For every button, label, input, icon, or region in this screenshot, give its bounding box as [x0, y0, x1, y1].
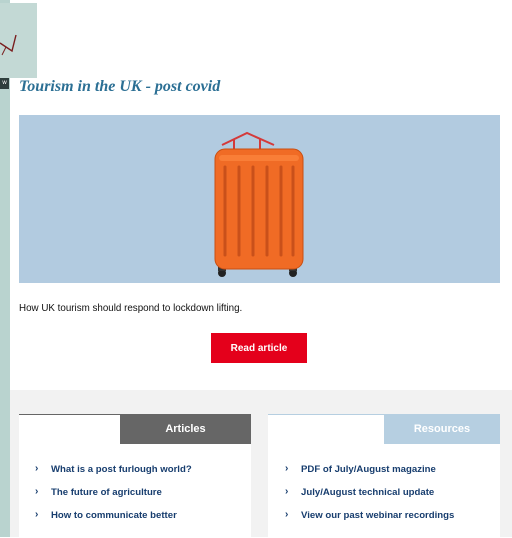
suitcase-icon: [214, 131, 304, 277]
read-article-button[interactable]: Read article: [211, 333, 307, 363]
chevron-right-icon: ›: [285, 463, 289, 474]
articles-heading: Articles: [120, 414, 251, 444]
chevron-right-icon: ›: [35, 509, 39, 520]
chevron-right-icon: ›: [285, 486, 289, 497]
article-link[interactable]: › The future of agriculture: [35, 486, 192, 510]
thumbnail-caption: w: [0, 78, 9, 89]
resource-link[interactable]: › July/August technical update: [285, 486, 454, 510]
resource-link-label: View our past webinar recordings: [301, 510, 455, 521]
articles-list: › What is a post furlough world? › The f…: [35, 463, 192, 533]
branch-icon: [0, 34, 17, 56]
chevron-right-icon: ›: [285, 509, 289, 520]
resource-link[interactable]: › PDF of July/August magazine: [285, 463, 454, 487]
article-link[interactable]: › What is a post furlough world?: [35, 463, 192, 487]
article-hero-image[interactable]: [19, 115, 500, 283]
chevron-right-icon: ›: [35, 463, 39, 474]
chevron-right-icon: ›: [35, 486, 39, 497]
resources-heading: Resources: [384, 414, 500, 444]
thumbnail-image[interactable]: [0, 3, 37, 78]
article-description: How UK tourism should respond to lockdow…: [19, 303, 243, 314]
resources-list: › PDF of July/August magazine › July/Aug…: [285, 463, 455, 533]
article-link[interactable]: › How to communicate better: [35, 509, 192, 533]
resource-link[interactable]: › View our past webinar recordings: [285, 509, 455, 533]
resource-link-label: July/August technical update: [301, 487, 435, 498]
article-link-label: The future of agriculture: [51, 487, 162, 498]
article-link-label: What is a post furlough world?: [51, 464, 192, 475]
resource-link-label: PDF of July/August magazine: [301, 464, 436, 475]
article-title[interactable]: Tourism in the UK - post covid: [19, 78, 220, 96]
article-link-label: How to communicate better: [51, 510, 177, 521]
